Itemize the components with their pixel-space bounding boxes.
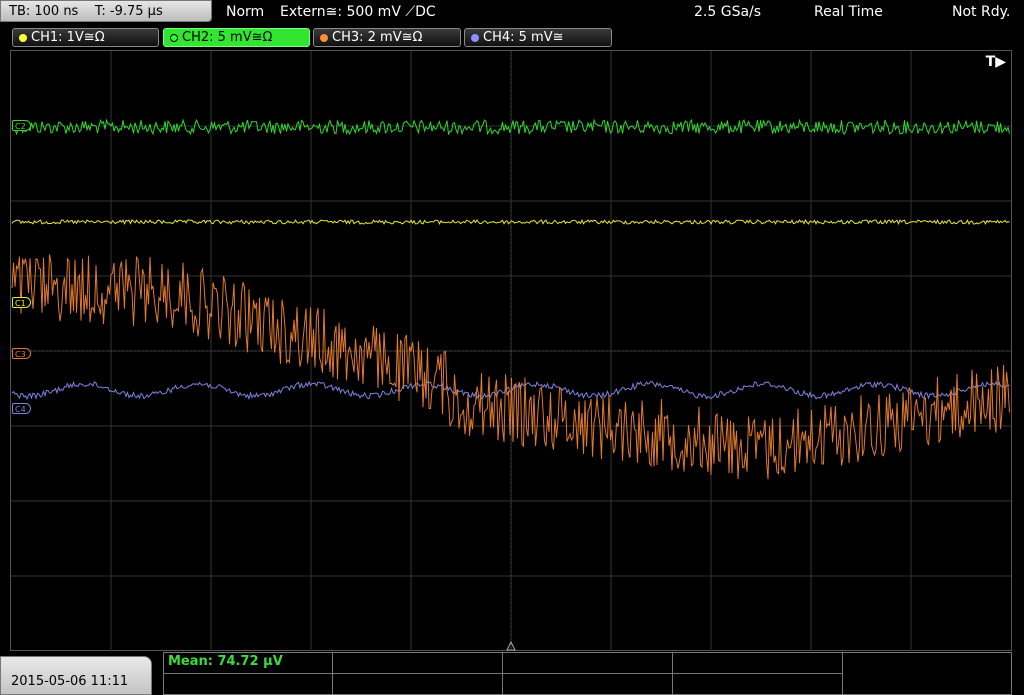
- ch3-offset-marker[interactable]: C3: [12, 348, 31, 359]
- ch2-offset-marker[interactable]: C2: [12, 120, 31, 131]
- graticule-grid: [11, 51, 1011, 651]
- waveform-canvas: [11, 51, 1011, 651]
- datetime-box: 2015-05-06 11:11: [0, 656, 152, 695]
- mean-measurement: Mean: 74.72 µV: [168, 654, 283, 669]
- ch4-offset-marker[interactable]: C4: [12, 403, 31, 414]
- datetime-label: 2015-05-06 11:11: [11, 674, 129, 689]
- trigger-indicator: T▶: [985, 54, 1006, 70]
- ch1-offset-marker[interactable]: C1: [12, 297, 31, 308]
- measurement-table[interactable]: [163, 652, 1012, 695]
